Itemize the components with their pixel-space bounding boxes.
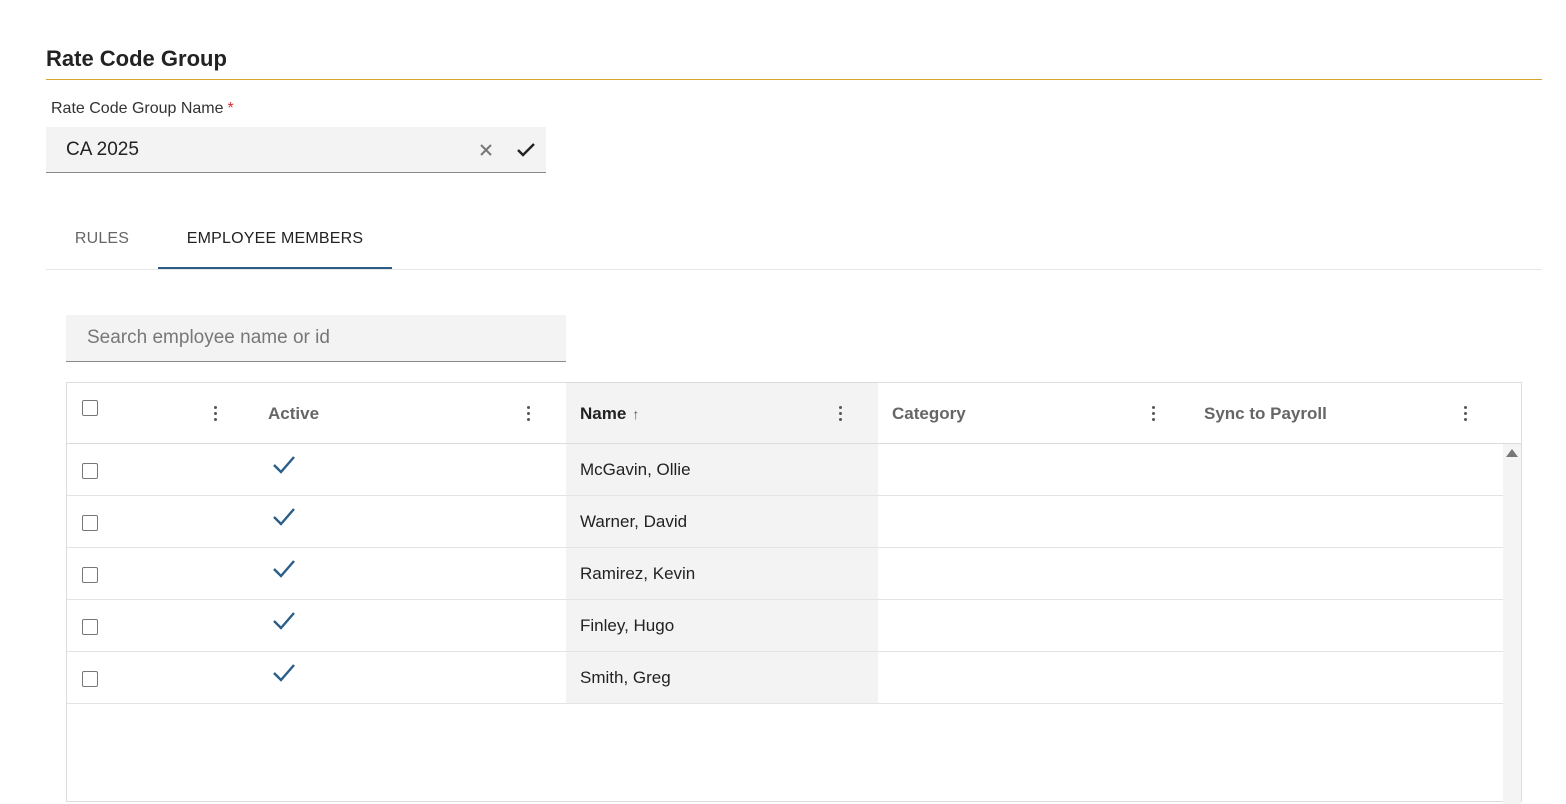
employee-name: Ramirez, Kevin — [580, 564, 696, 583]
checkmark-icon — [273, 456, 295, 474]
close-icon — [480, 144, 492, 156]
employee-name: Finley, Hugo — [580, 616, 675, 635]
kebab-icon[interactable] — [521, 401, 535, 425]
tab-rules[interactable]: RULES — [46, 210, 158, 268]
kebab-icon[interactable] — [1458, 401, 1472, 425]
name-cell: Smith, Greg — [566, 652, 878, 703]
grid-header: Active Name ↑ Category Sync to Payroll — [67, 383, 1521, 444]
rate-code-group-name-label: Rate Code Group Name * — [51, 100, 234, 118]
column-header-name[interactable]: Name ↑ — [566, 383, 878, 443]
grid-body: McGavin, Ollie Warner, David Ramirez, Ke… — [67, 444, 1503, 804]
rate-code-group-name-field — [46, 127, 546, 173]
column-header-name-text: Name — [580, 404, 627, 423]
employee-members-grid: Active Name ↑ Category Sync to Payroll Mc… — [66, 382, 1522, 804]
column-header-active[interactable]: Active — [254, 383, 566, 443]
row-checkbox[interactable] — [82, 463, 98, 479]
column-header-label: Sync to Payroll — [1204, 404, 1327, 423]
section-title: Rate Code Group — [46, 46, 227, 71]
vertical-scrollbar[interactable] — [1503, 444, 1521, 804]
name-cell: Warner, David — [566, 496, 878, 547]
name-cell: Finley, Hugo — [566, 600, 878, 651]
name-cell: McGavin, Ollie — [566, 444, 878, 495]
checkmark-icon — [273, 560, 295, 578]
field-label-text: Rate Code Group Name — [51, 100, 224, 117]
checkmark-icon — [517, 143, 535, 157]
checkmark-icon — [273, 508, 295, 526]
employee-name: Smith, Greg — [580, 668, 671, 687]
column-header-label: Active — [268, 404, 320, 423]
required-marker: * — [227, 100, 234, 117]
kebab-icon[interactable] — [1146, 401, 1160, 425]
rate-code-group-name-input[interactable] — [66, 137, 456, 163]
kebab-icon[interactable] — [833, 401, 847, 425]
tab-bar: RULES EMPLOYEE MEMBERS — [46, 210, 1542, 270]
scroll-up-arrow-icon[interactable] — [1506, 449, 1518, 457]
column-header-sync-to-payroll[interactable]: Sync to Payroll — [1190, 383, 1502, 443]
column-header-select — [67, 383, 251, 443]
column-header-label: Name ↑ — [580, 404, 639, 424]
kebab-icon[interactable] — [208, 401, 222, 425]
search-input[interactable] — [87, 325, 547, 351]
table-row[interactable]: Smith, Greg — [67, 652, 1503, 704]
checkmark-icon — [273, 664, 295, 682]
row-checkbox[interactable] — [82, 567, 98, 583]
active-tab-indicator — [158, 267, 392, 269]
table-row[interactable]: McGavin, Ollie — [67, 444, 1503, 496]
select-all-checkbox[interactable] — [82, 400, 98, 416]
column-header-category[interactable]: Category — [878, 383, 1190, 443]
arrow-up-icon: ↑ — [632, 406, 640, 422]
checkmark-icon — [273, 612, 295, 630]
section-divider — [46, 79, 1542, 80]
employee-name: McGavin, Ollie — [580, 460, 691, 479]
row-checkbox[interactable] — [82, 619, 98, 635]
row-checkbox[interactable] — [82, 671, 98, 687]
confirm-button[interactable] — [514, 138, 538, 162]
row-checkbox[interactable] — [82, 515, 98, 531]
employee-name: Warner, David — [580, 512, 688, 531]
table-row[interactable]: Ramirez, Kevin — [67, 548, 1503, 600]
tab-employee-members[interactable]: EMPLOYEE MEMBERS — [158, 210, 392, 268]
table-row[interactable]: Finley, Hugo — [67, 600, 1503, 652]
column-header-label: Category — [892, 404, 966, 423]
clear-button[interactable] — [474, 138, 498, 162]
search-field — [66, 315, 566, 362]
table-row[interactable]: Warner, David — [67, 496, 1503, 548]
name-cell: Ramirez, Kevin — [566, 548, 878, 599]
